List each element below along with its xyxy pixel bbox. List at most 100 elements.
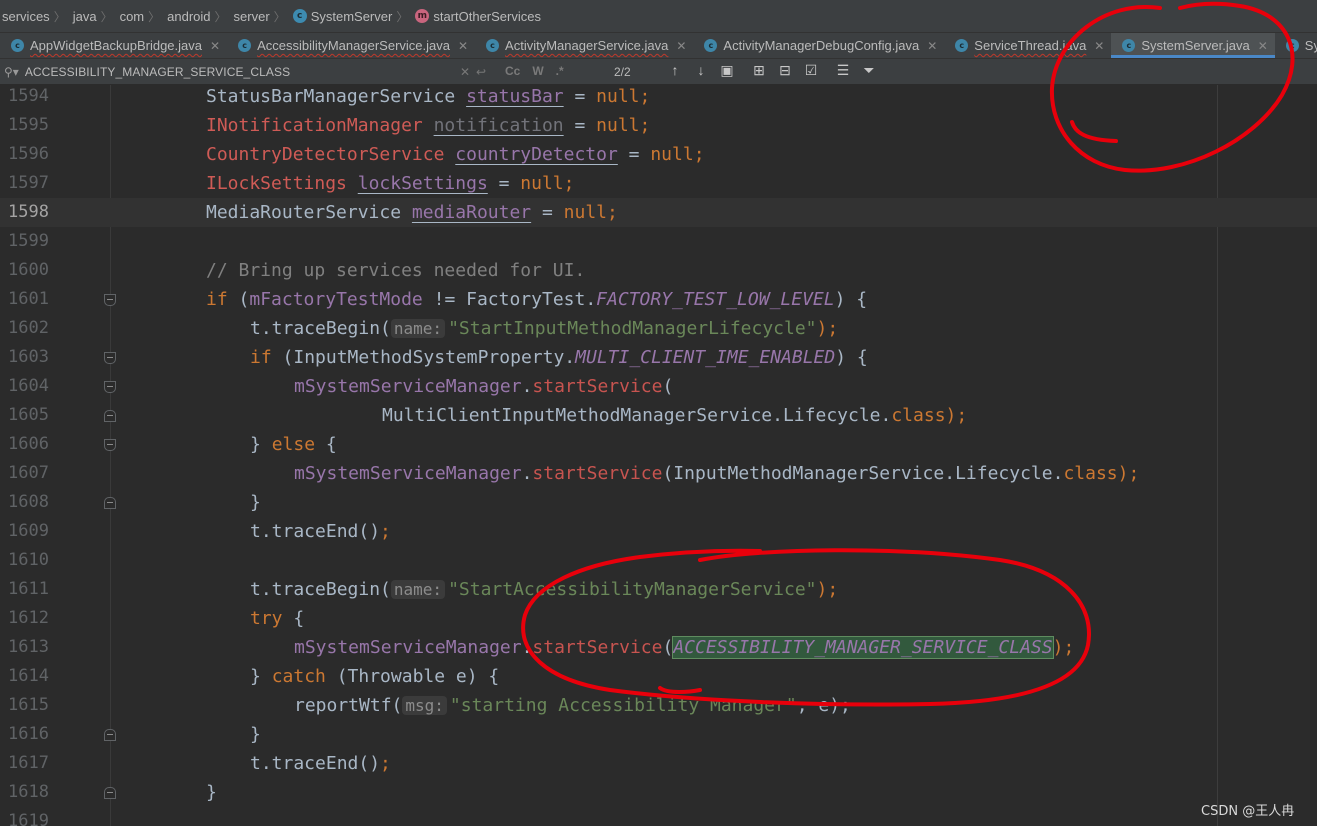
code-line[interactable]: 1619	[0, 807, 1317, 826]
regex-toggle[interactable]: .*	[554, 64, 566, 78]
breadcrumb-services[interactable]: services 〉	[2, 8, 73, 25]
code-line[interactable]: 1597 ILockSettings lockSettings = null;	[0, 169, 1317, 198]
chevron-right-icon: 〉	[396, 9, 409, 24]
java-class-icon: c	[238, 39, 252, 52]
breadcrumb-android[interactable]: android 〉	[167, 8, 233, 25]
fold-icon[interactable]	[104, 352, 116, 364]
fold-icon[interactable]	[104, 381, 116, 393]
fold-icon[interactable]	[104, 497, 116, 509]
code-token: ) {	[834, 289, 868, 310]
tab-activitymanagerdebugconfig[interactable]: c ActivityManagerDebugConfig.java ✕	[693, 33, 944, 58]
close-icon[interactable]: ✕	[927, 39, 937, 53]
tab-accessibilitymanagerservice[interactable]: c AccessibilityManagerService.java ✕	[227, 33, 475, 58]
code-token: , e);	[796, 695, 851, 716]
line-number: 1594	[8, 86, 49, 106]
tab-activitymanagerservice[interactable]: c ActivityManagerService.java ✕	[475, 33, 693, 58]
code-token: try	[250, 608, 283, 629]
code-line[interactable]: 1618 }	[0, 778, 1317, 807]
match-case-toggle[interactable]: Cc	[503, 64, 522, 78]
tab-label: SystemServer.java	[1141, 38, 1250, 53]
search-icon[interactable]: ⚲▾	[4, 65, 19, 79]
code-line[interactable]: 1605 MultiClientInputMethodManagerServic…	[0, 401, 1317, 430]
code-line[interactable]: 1600 // Bring up services needed for UI.	[0, 256, 1317, 285]
code-token: lockSettings	[357, 173, 488, 194]
code-token: );	[1117, 463, 1140, 484]
code-token: (InputMethodSystemProperty.	[282, 347, 576, 368]
line-number: 1609	[8, 521, 49, 541]
clear-icon[interactable]: ✕	[460, 65, 470, 79]
find-input[interactable]: ⚲▾ ACCESSIBILITY_MANAGER_SERVICE_CLASS ✕…	[4, 62, 577, 82]
select-all-occurrences-icon[interactable]: ▣	[714, 62, 740, 79]
code-line[interactable]: 1601 if (mFactoryTestMode != FactoryTest…	[0, 285, 1317, 314]
code-token: t.traceBegin(	[250, 579, 391, 600]
code-line[interactable]: 1614 } catch (Throwable e) {	[0, 662, 1317, 691]
code-line[interactable]: 1607 mSystemServiceManager.startService(…	[0, 459, 1317, 488]
breadcrumb-label: android	[167, 8, 211, 24]
add-occurrence-icon[interactable]: ⊞	[746, 62, 772, 79]
code-line[interactable]: 1611 t.traceBegin(name: "StartAccessibili…	[0, 575, 1317, 604]
code-line[interactable]: 1608 }	[0, 488, 1317, 517]
parameter-hint: msg:	[402, 696, 447, 715]
code-line[interactable]: 1603 if (InputMethodSystemProperty.MULTI…	[0, 343, 1317, 372]
close-icon[interactable]: ✕	[676, 39, 686, 53]
code-line[interactable]: 1604 mSystemServiceManager.startService(	[0, 372, 1317, 401]
line-number: 1602	[8, 318, 49, 338]
code-line[interactable]: 1612 try {	[0, 604, 1317, 633]
select-occurrences-icon[interactable]: ☑	[798, 62, 824, 79]
breadcrumb-com[interactable]: com 〉	[120, 8, 168, 25]
code-token: null	[596, 86, 640, 107]
breadcrumb-label: java	[72, 8, 97, 24]
code-token: countryDetector	[455, 144, 618, 165]
find-nav: ↑ ↓ ▣ ⊞ ⊟ ☑ ☰ ⏷	[662, 62, 882, 79]
fold-icon[interactable]	[104, 729, 116, 741]
breadcrumb-startotherservices[interactable]: m startOtherServices	[415, 9, 541, 24]
breadcrumb-systemserver[interactable]: c SystemServer 〉	[292, 8, 416, 25]
line-number: 1601	[8, 289, 49, 309]
code-line[interactable]: 1610	[0, 546, 1317, 575]
code-token: }	[250, 724, 261, 745]
fold-icon[interactable]	[104, 439, 116, 451]
line-number: 1612	[8, 608, 49, 628]
close-icon[interactable]: ✕	[210, 39, 220, 53]
tab-label: SystemSe	[1304, 38, 1317, 53]
tab-systemserver[interactable]: c SystemServer.java ✕	[1111, 33, 1276, 58]
fold-icon[interactable]	[104, 787, 116, 799]
history-icon[interactable]: ↩	[476, 65, 486, 79]
search-match-highlight: ACCESSIBILITY_MANAGER_SERVICE_CLASS	[672, 636, 1054, 659]
code-editor[interactable]: 1594 StatusBarManagerService statusBar =…	[0, 85, 1317, 826]
close-icon[interactable]: ✕	[458, 39, 468, 53]
close-icon[interactable]: ✕	[1094, 39, 1104, 53]
code-line[interactable]: 1616 }	[0, 720, 1317, 749]
code-line[interactable]: 1599	[0, 227, 1317, 256]
code-line[interactable]: 1617 t.traceEnd();	[0, 749, 1317, 778]
code-token: catch	[271, 666, 326, 687]
code-line[interactable]: 1609 t.traceEnd();	[0, 517, 1317, 546]
fold-icon[interactable]	[104, 410, 116, 422]
tab-appwidgetbackupbridge[interactable]: c AppWidgetBackupBridge.java ✕	[0, 33, 227, 58]
code-line-current[interactable]: 1598 MediaRouterService mediaRouter = nu…	[0, 198, 1317, 227]
code-line[interactable]: 1596 CountryDetectorService countryDetec…	[0, 140, 1317, 169]
breadcrumb-server[interactable]: server 〉	[234, 8, 293, 25]
whole-words-toggle[interactable]: W	[530, 64, 545, 78]
remove-occurrence-icon[interactable]: ⊟	[772, 62, 798, 79]
tab-servicethread[interactable]: c ServiceThread.java ✕	[944, 33, 1111, 58]
filter-icon[interactable]: ⏷	[856, 62, 882, 79]
breadcrumb-java[interactable]: java 〉	[73, 8, 120, 25]
find-query[interactable]: ACCESSIBILITY_MANAGER_SERVICE_CLASS	[25, 65, 577, 79]
code-line[interactable]: 1606 } else {	[0, 430, 1317, 459]
code-token: );	[816, 318, 839, 339]
code-line[interactable]: 1615 reportWtf(msg: "starting Accessibili…	[0, 691, 1317, 720]
next-occurrence-icon[interactable]: ↓	[688, 62, 714, 79]
line-number: 1615	[8, 695, 49, 715]
code-line[interactable]: 1594 StatusBarManagerService statusBar =…	[0, 85, 1317, 111]
code-line[interactable]: 1602 t.traceBegin(name: "StartInputMethod…	[0, 314, 1317, 343]
code-token: CountryDetectorService	[206, 144, 445, 165]
fold-icon[interactable]	[104, 294, 116, 306]
tab-systemse[interactable]: c SystemSe	[1275, 33, 1317, 58]
code-line[interactable]: 1613 mSystemServiceManager.startService(…	[0, 633, 1317, 662]
close-icon[interactable]: ✕	[1258, 39, 1268, 53]
show-filter-popup-icon[interactable]: ☰	[830, 62, 856, 79]
code-line[interactable]: 1595 INotificationManager notification =…	[0, 111, 1317, 140]
previous-occurrence-icon[interactable]: ↑	[662, 62, 688, 79]
code-token: MULTI_CLIENT_IME_ENABLED	[575, 347, 836, 368]
